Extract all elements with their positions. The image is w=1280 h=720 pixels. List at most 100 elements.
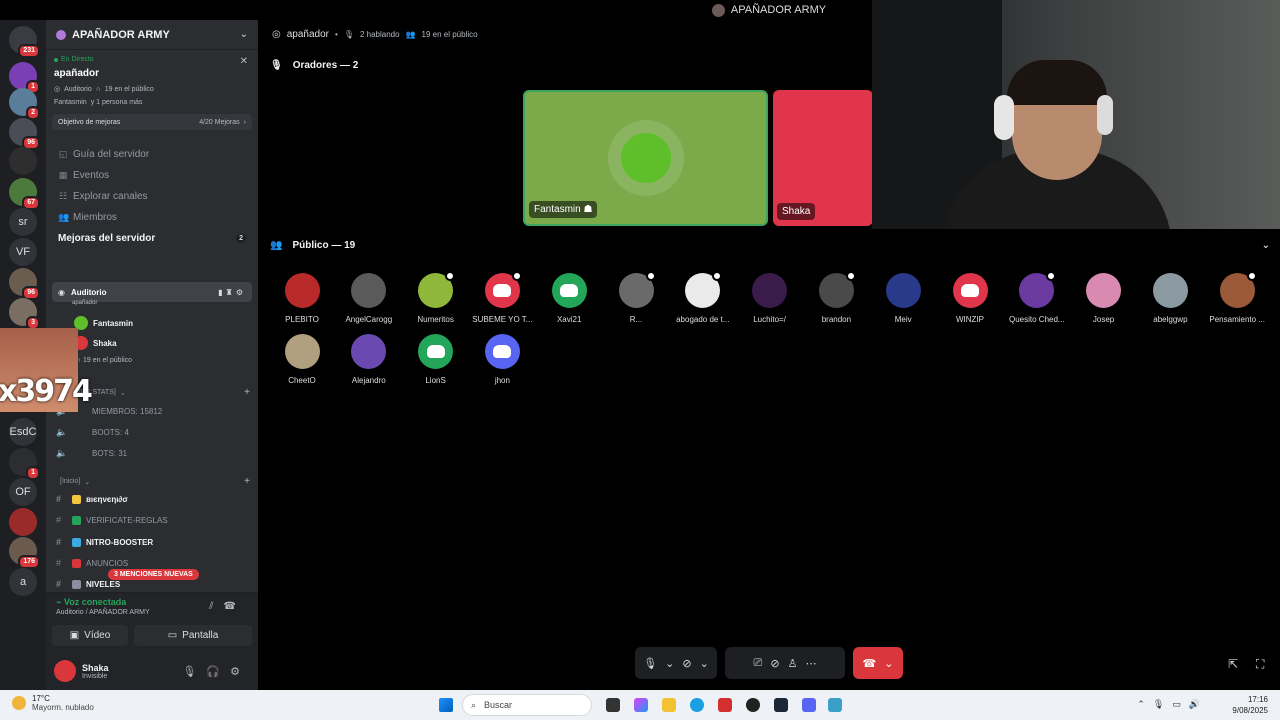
more-icon[interactable]: ⋯ — [805, 657, 816, 670]
speaker-tile[interactable]: Shaka — [773, 90, 873, 226]
edge-icon[interactable] — [690, 698, 704, 712]
add-channel-icon[interactable]: + — [244, 387, 250, 398]
add-channel-icon[interactable]: + — [244, 476, 250, 487]
text-channel[interactable]: # VERIFICATE-REGLAS — [56, 512, 246, 528]
microphone-icon[interactable]: 🎙 — [643, 657, 657, 670]
nav-item-boosts[interactable]: Mejoras del servidor 2 — [46, 228, 258, 249]
windows-start-icon[interactable] — [439, 698, 453, 712]
request-speak-off-icon[interactable]: ⊘ — [770, 657, 779, 670]
text-channel[interactable]: # NITRO-BOOSTER — [56, 534, 246, 550]
headphones-icon[interactable]: 🎧 — [206, 666, 230, 678]
chevron-down-icon[interactable]: ⌄ — [240, 29, 248, 40]
obs-icon[interactable] — [746, 698, 760, 712]
audience-member[interactable]: Xavi21 — [534, 273, 604, 324]
share-screen-icon[interactable]: ⎚ — [754, 657, 763, 670]
mic-control[interactable]: 🎙 ⌄ ⊘ ⌄ — [635, 647, 717, 679]
discord-icon[interactable] — [802, 698, 816, 712]
voice-member[interactable]: Fantasmin — [74, 315, 133, 331]
steam-icon[interactable] — [774, 698, 788, 712]
server-icon[interactable]: 2 — [9, 88, 40, 120]
audience-member[interactable]: AngelCarogg — [334, 273, 404, 324]
audience-member[interactable]: Meiv — [868, 273, 938, 324]
audience-member[interactable]: abogado de t... — [668, 271, 738, 324]
audience-member[interactable]: PLEBITO — [267, 273, 337, 324]
nav-item[interactable]: 👥 Miembros — [46, 207, 258, 228]
task-view-icon[interactable] — [606, 698, 620, 712]
audience-member[interactable]: LionS — [401, 334, 471, 385]
server-icon[interactable]: 231 — [9, 26, 40, 58]
video-button[interactable]: ▣ Vídeo — [52, 625, 128, 646]
audience-member[interactable]: SUBEME YO T... — [467, 271, 537, 324]
server-icon[interactable] — [9, 147, 37, 175]
nav-item[interactable]: ☷ Explorar canales — [46, 186, 258, 207]
audience-member[interactable]: R... — [601, 271, 671, 324]
server-icon[interactable] — [9, 508, 37, 536]
audience-member[interactable]: Quesito Ched... — [1002, 271, 1072, 324]
close-icon[interactable]: ✕ — [240, 56, 248, 67]
chevron-down-icon[interactable]: ⌄ — [700, 657, 709, 670]
audience-member[interactable]: jhon — [467, 334, 537, 385]
boost-goal[interactable]: Objetivo de mejoras 4/20 Mejoras › — [52, 114, 252, 130]
status-icon — [445, 271, 456, 281]
audience-member[interactable]: Numeritos — [401, 271, 471, 324]
audience-member[interactable]: abelggwp — [1135, 273, 1205, 324]
stage-controls[interactable]: ⎚ ⊘ ♙ ⋯ — [725, 647, 845, 679]
server-icon[interactable]: 176 — [9, 537, 40, 569]
fullscreen-icon[interactable]: ⛶ — [1256, 657, 1264, 672]
channel-action-icons[interactable]: ▮♜⚙ — [218, 288, 246, 297]
server-icon[interactable]: EsdC — [9, 418, 37, 446]
user-info[interactable]: Shaka Invisible — [82, 663, 109, 680]
server-icon[interactable]: sr — [9, 208, 37, 236]
stat-channel[interactable]: 🔈 BOOTS: 4 — [56, 424, 129, 440]
disconnect-icon[interactable]: ☎ — [224, 601, 246, 612]
noise-suppression-icon[interactable]: ⫽ — [209, 601, 223, 612]
server-icon[interactable]: VF — [9, 238, 37, 266]
speaker-tile[interactable]: Fantasmin ☗ — [523, 90, 768, 226]
audience-member[interactable]: brandon — [801, 271, 871, 324]
new-mentions-badge[interactable]: 3 MENCIONES NUEVAS — [108, 569, 199, 580]
stat-channel[interactable]: 🔈 BOTS: 31 — [56, 445, 127, 461]
audience-member[interactable]: Josep — [1069, 273, 1139, 324]
server-icon[interactable]: a — [9, 568, 37, 596]
server-icon[interactable]: 96 — [9, 268, 40, 300]
category-inicio[interactable]: [Inicio] ⌄ + — [60, 476, 250, 487]
pop-out-icon[interactable]: ⇱ — [1228, 657, 1238, 671]
gear-icon[interactable]: ⚙ — [230, 666, 250, 678]
server-header[interactable]: APAÑADOR ARMY ⌄ — [46, 20, 258, 50]
taskbar-search[interactable]: ⌕ Buscar — [462, 694, 592, 716]
system-tray[interactable]: ⌃🎙▭🔊 — [1137, 699, 1208, 710]
audience-member[interactable]: CheetO — [267, 334, 337, 385]
voice-panel-icons[interactable]: ⫽☎ — [209, 601, 246, 612]
clock[interactable]: 17:16 9/08/2025 — [1232, 694, 1268, 716]
screen-share-button[interactable]: ▭ Pantalla — [134, 625, 252, 646]
server-icon[interactable]: 96 — [9, 118, 40, 150]
nav-item[interactable]: ▦ Eventos — [46, 165, 258, 186]
text-channel[interactable]: # вιєηνєηι∂σ — [56, 491, 246, 507]
weather-widget[interactable]: 17°C Mayorm. nublado — [12, 694, 94, 712]
file-explorer-icon[interactable] — [662, 698, 676, 712]
audience-member[interactable]: WINZIP — [935, 273, 1005, 324]
chevron-down-icon[interactable]: ⌄ — [1262, 240, 1270, 251]
server-icon[interactable]: 3 — [9, 298, 40, 330]
microphone-icon[interactable]: 🎙 — [182, 666, 206, 678]
notepad-icon[interactable] — [828, 698, 842, 712]
server-icon[interactable]: 1 — [9, 62, 40, 94]
audience-member[interactable]: Luchito=/ — [735, 273, 805, 324]
live-stage-card[interactable]: En Directo apañador ◎ Auditorio ∩ 19 en … — [46, 50, 258, 106]
voice-member[interactable]: Shaka — [74, 335, 117, 351]
avatar[interactable] — [54, 660, 76, 682]
server-icon[interactable]: 1 — [9, 448, 40, 480]
server-icon[interactable]: OF — [9, 478, 37, 506]
camera-off-icon[interactable]: ⊘ — [682, 657, 691, 670]
copilot-icon[interactable] — [634, 698, 648, 712]
nav-item[interactable]: ◱ Guía del servidor — [46, 144, 258, 165]
chevron-down-icon[interactable]: ⌄ — [665, 657, 674, 670]
audience-member[interactable]: Alejandro — [334, 334, 404, 385]
audience-member[interactable]: Pensamiento ... — [1202, 271, 1272, 324]
user-controls[interactable]: 🎙🎧⚙ — [182, 665, 250, 678]
voice-channel-auditorio[interactable]: ◉ Auditorio ▮♜⚙ — [52, 282, 252, 302]
red-app-icon[interactable] — [718, 698, 732, 712]
leave-stage-button[interactable]: ☎ ⌄ — [853, 647, 903, 679]
invite-icon[interactable]: ♙ — [788, 657, 798, 670]
server-icon[interactable]: 67 — [9, 178, 40, 210]
